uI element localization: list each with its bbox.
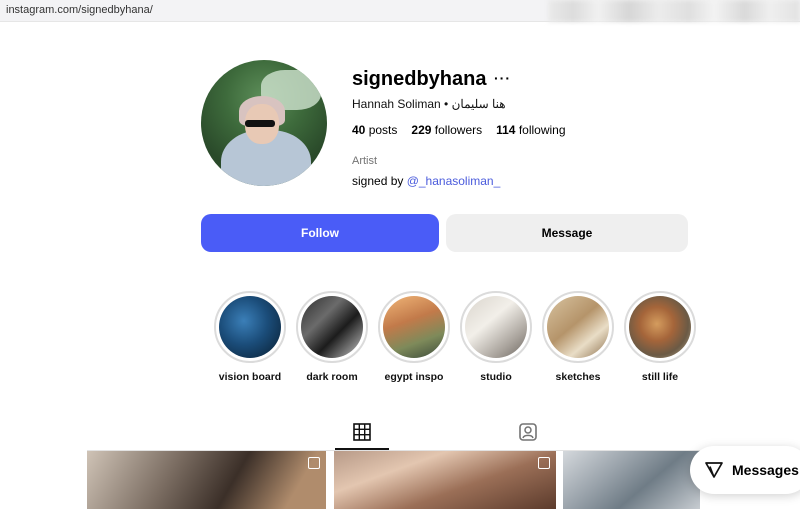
post-thumbnail[interactable]: [563, 451, 700, 509]
posts-count: 40: [352, 123, 366, 137]
profile-avatar[interactable]: [201, 60, 327, 186]
highlight-label: vision board: [218, 371, 282, 383]
highlight-label: dark room: [306, 371, 358, 383]
posts-label: posts: [368, 123, 398, 137]
grid-icon: [353, 423, 371, 441]
tab-tagged[interactable]: [516, 421, 540, 443]
bio-mention-link[interactable]: @_hanasoliman_: [407, 174, 501, 188]
highlight-vision-board[interactable]: vision board: [214, 291, 286, 383]
profile-stats: 40 posts 229 followers 114 following: [352, 123, 566, 137]
highlight-still-life[interactable]: still life: [624, 291, 696, 383]
following-count: 114: [496, 123, 516, 137]
highlight-label: still life: [641, 371, 679, 383]
carousel-icon: [308, 457, 320, 469]
highlight-cover-image: [465, 296, 527, 358]
bio-text: signed by: [352, 174, 407, 188]
highlight-cover-image: [629, 296, 691, 358]
highlight-sketches[interactable]: sketches: [542, 291, 614, 383]
tagged-icon: [519, 423, 537, 441]
tab-posts[interactable]: [350, 421, 374, 443]
highlight-label: sketches: [555, 371, 601, 383]
highlight-label: egypt inspo: [384, 371, 444, 383]
posts-stat: 40 posts: [352, 123, 397, 137]
browser-extensions-blurred: [548, 0, 800, 22]
following-stat[interactable]: 114 following: [496, 123, 565, 137]
following-label: following: [518, 123, 566, 137]
highlight-studio[interactable]: studio: [460, 291, 532, 383]
more-options-icon[interactable]: ···: [494, 70, 511, 86]
followers-label: followers: [434, 123, 483, 137]
active-tab-indicator: [335, 448, 389, 450]
profile-username: signedbyhana: [352, 68, 487, 90]
highlight-label: studio: [480, 371, 512, 383]
carousel-icon: [538, 457, 550, 469]
highlight-dark-room[interactable]: dark room: [296, 291, 368, 383]
followers-stat[interactable]: 229 followers: [411, 123, 482, 137]
followers-count: 229: [411, 123, 432, 137]
post-thumbnail[interactable]: [87, 451, 326, 509]
profile-bio: signed by @_hanasoliman_: [352, 174, 500, 188]
highlight-egypt-inspo[interactable]: egypt inspo: [378, 291, 450, 383]
send-icon: [705, 462, 723, 478]
profile-category: Artist: [352, 155, 378, 167]
messages-button[interactable]: Messages: [690, 446, 800, 494]
messages-label: Messages: [732, 462, 799, 478]
message-button[interactable]: Message: [446, 214, 688, 252]
post-thumbnail[interactable]: [334, 451, 556, 509]
follow-button[interactable]: Follow: [201, 214, 439, 252]
highlight-cover-image: [383, 296, 445, 358]
profile-full-name: Hannah Soliman • هنا سليمان: [352, 97, 506, 111]
browser-url-bar[interactable]: instagram.com/signedbyhana/: [0, 0, 800, 22]
highlight-cover-image: [219, 296, 281, 358]
url-text[interactable]: instagram.com/signedbyhana/: [6, 4, 153, 16]
highlight-cover-image: [301, 296, 363, 358]
highlight-cover-image: [547, 296, 609, 358]
